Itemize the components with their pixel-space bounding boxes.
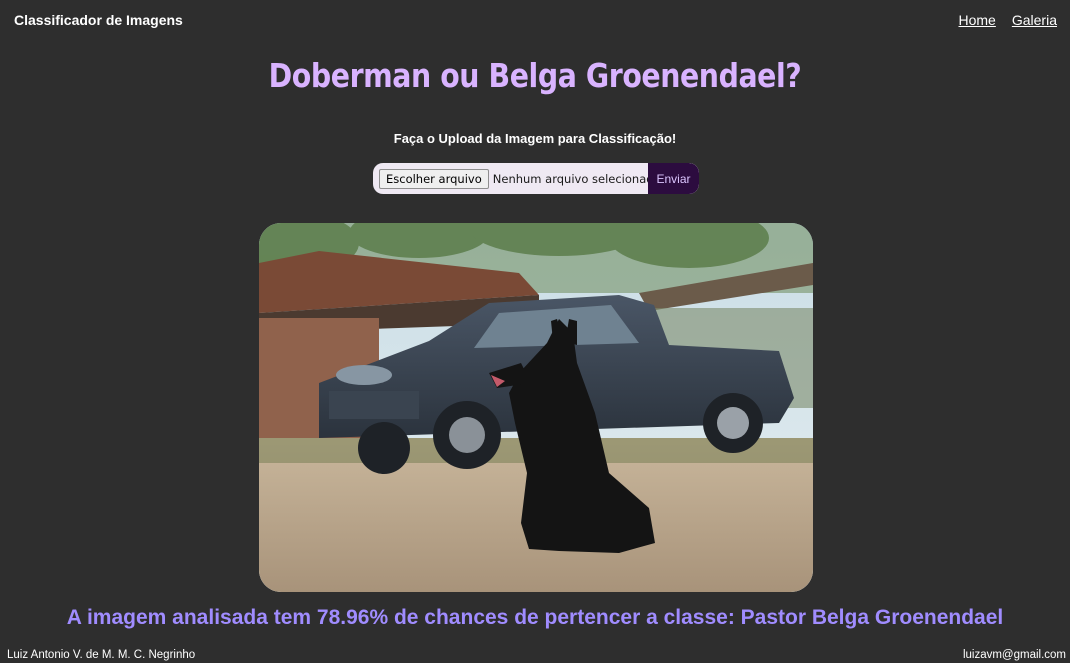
nav-link-home[interactable]: Home xyxy=(959,12,996,28)
choose-file-button[interactable]: Escolher arquivo xyxy=(379,168,489,189)
page: Classificador de Imagens Home Galeria Do… xyxy=(0,0,1070,663)
navbar: Classificador de Imagens Home Galeria xyxy=(0,0,1070,40)
brand-title: Classificador de Imagens xyxy=(14,12,183,28)
upload-form: Escolher arquivo Nenhum arquivo selecion… xyxy=(373,163,699,194)
analyzed-image xyxy=(259,223,813,592)
classification-result: A imagem analisada tem 78.96% de chances… xyxy=(66,606,1004,629)
footer-author: Luiz Antonio V. de M. M. C. Negrinho xyxy=(7,649,196,661)
upload-instructions: Faça o Upload da Imagem para Classificaç… xyxy=(393,131,677,146)
dog-photo xyxy=(259,223,813,592)
nav-link-galeria[interactable]: Galeria xyxy=(1012,12,1057,28)
footer-email: luizavm@gmail.com xyxy=(962,649,1066,661)
nav-links: Home Galeria xyxy=(959,12,1058,28)
file-status-text: Nenhum arquivo selecionado xyxy=(492,171,661,186)
submit-button[interactable]: Enviar xyxy=(648,163,699,194)
page-title: Doberman ou Belga Groenendael? xyxy=(268,56,802,95)
